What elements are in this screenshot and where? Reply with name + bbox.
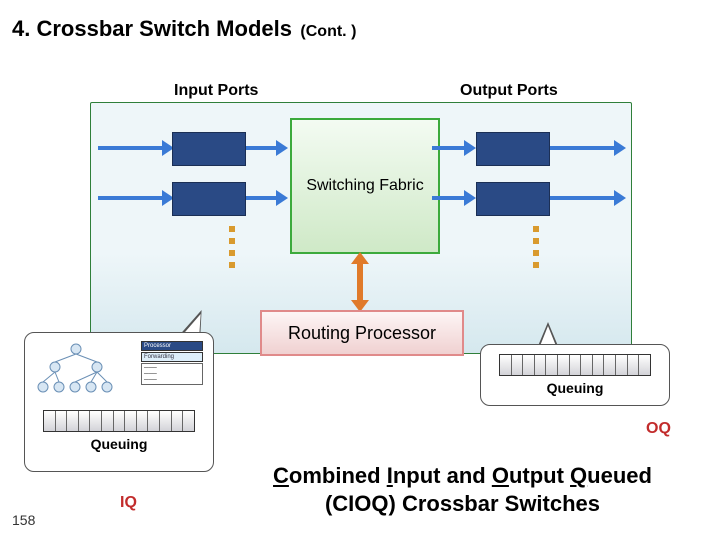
- ellipsis-dot: [533, 226, 539, 232]
- arrow-in-1: [98, 146, 164, 150]
- arrow-inport-to-fabric-1: [246, 146, 278, 150]
- queue-strip: [499, 354, 651, 376]
- arrow-out-1: [550, 146, 616, 150]
- iq-queuing-label: Queuing: [91, 436, 148, 452]
- label-output-ports: Output Ports: [460, 82, 558, 100]
- arrow-in-2: [98, 196, 164, 200]
- label-input-ports: Input Ports: [174, 82, 258, 100]
- mini-processor-icon: Processor Forwarding ─────────: [141, 341, 203, 385]
- cioq-Q: Q: [570, 463, 587, 488]
- output-port: [476, 182, 550, 216]
- arrow-fabric-processor: [357, 262, 363, 302]
- ellipsis-dot: [533, 238, 539, 244]
- arrow-fabric-to-outport-1: [432, 146, 466, 150]
- ellipsis-dot: [533, 262, 539, 268]
- arrow-out-2: [550, 196, 616, 200]
- mini-tree-icon: [35, 341, 117, 395]
- switching-fabric-box: Switching Fabric: [290, 118, 440, 254]
- title-cont: (Cont. ): [300, 23, 356, 40]
- ellipsis-dot: [533, 250, 539, 256]
- input-port: [172, 132, 246, 166]
- oq-queuing-label: Queuing: [547, 380, 604, 396]
- routing-processor-label: Routing Processor: [288, 323, 436, 344]
- cioq-O: O: [492, 463, 509, 488]
- slide-title: 4. Crossbar Switch Models (Cont. ): [12, 16, 356, 42]
- slide-number: 158: [12, 512, 35, 528]
- iq-tag: IQ: [120, 494, 137, 512]
- arrow-inport-to-fabric-2: [246, 196, 278, 200]
- ellipsis-dot: [229, 262, 235, 268]
- iq-callout: Processor Forwarding ───────── Queuing: [24, 332, 214, 472]
- queue-strip: [43, 410, 195, 432]
- ellipsis-dot: [229, 250, 235, 256]
- oq-callout: Queuing: [480, 344, 670, 406]
- switching-fabric-label: Switching Fabric: [306, 177, 423, 195]
- cioq-line2: (CIOQ) Crossbar Switches: [325, 491, 600, 516]
- arrow-fabric-to-outport-2: [432, 196, 466, 200]
- callout-pointer-inner: [540, 326, 556, 346]
- ellipsis-dot: [229, 226, 235, 232]
- title-main: 4. Crossbar Switch Models: [12, 16, 292, 41]
- oq-tag: OQ: [646, 420, 671, 438]
- routing-processor-box: Routing Processor: [260, 310, 464, 356]
- cioq-C: C: [273, 463, 289, 488]
- ellipsis-dot: [229, 238, 235, 244]
- input-port: [172, 182, 246, 216]
- cioq-title: Combined Input and Output Queued (CIOQ) …: [210, 462, 715, 517]
- output-port: [476, 132, 550, 166]
